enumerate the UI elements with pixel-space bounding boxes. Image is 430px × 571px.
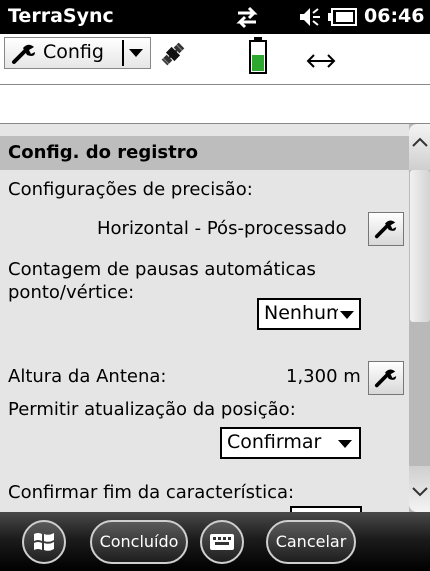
scroll-down-button[interactable] bbox=[409, 466, 430, 512]
satellite-icon[interactable] bbox=[158, 39, 188, 69]
wrench-icon bbox=[374, 367, 398, 389]
receiver-battery-icon[interactable] bbox=[248, 36, 268, 76]
antenna-height-label: Altura da Antena: bbox=[8, 366, 167, 387]
auto-pause-label-line1: Contagem de pausas automáticas bbox=[8, 259, 316, 280]
position-update-label: Permitir atualização da posição: bbox=[8, 399, 296, 420]
auto-pause-select[interactable]: Nenhum bbox=[257, 298, 361, 330]
dropdown-divider bbox=[122, 40, 124, 66]
antenna-settings-button[interactable] bbox=[368, 361, 404, 395]
auto-pause-value: Nenhum bbox=[264, 302, 338, 324]
speaker-icon[interactable] bbox=[298, 5, 324, 29]
cancel-button[interactable]: Cancelar bbox=[266, 520, 356, 564]
cancel-button-label: Cancelar bbox=[275, 532, 347, 551]
horizontal-arrows-icon[interactable] bbox=[305, 50, 337, 72]
keyboard-icon bbox=[210, 534, 234, 550]
chevron-down-icon bbox=[412, 487, 428, 497]
chevron-down-icon[interactable] bbox=[129, 49, 143, 57]
scroll-up-button[interactable] bbox=[409, 124, 430, 170]
status-bar: TerraSync 06:46 bbox=[0, 0, 430, 34]
confirm-end-label: Confirmar fim da característica: bbox=[8, 482, 295, 503]
precision-label: Configurações de precisão: bbox=[8, 179, 253, 200]
start-button[interactable] bbox=[22, 520, 66, 564]
precision-value: Horizontal - Pós-processado bbox=[97, 218, 347, 239]
status-message-bar bbox=[0, 84, 430, 124]
clock[interactable]: 06:46 bbox=[364, 5, 424, 27]
app-title: TerraSync bbox=[8, 5, 114, 27]
config-label: Config bbox=[43, 41, 104, 63]
windows-start-icon bbox=[34, 533, 54, 551]
done-button-label: Concluído bbox=[99, 532, 179, 551]
bottom-bar: Concluído Cancelar bbox=[0, 512, 430, 571]
position-update-value: Confirmar bbox=[227, 431, 322, 453]
section-title: Config. do registro bbox=[8, 142, 198, 163]
section-header: Config. do registro bbox=[0, 136, 409, 170]
chevron-down-icon bbox=[338, 440, 352, 448]
precision-settings-button[interactable] bbox=[368, 212, 404, 246]
auto-pause-label-line2: ponto/vértice: bbox=[8, 282, 135, 303]
chevron-down-icon bbox=[340, 311, 354, 319]
toolbar: Config bbox=[0, 34, 430, 84]
position-update-select[interactable]: Confirmar bbox=[220, 427, 361, 459]
keyboard-button[interactable] bbox=[200, 520, 244, 564]
battery-icon[interactable] bbox=[328, 8, 358, 26]
scroll-thumb[interactable] bbox=[410, 170, 430, 322]
wrench-icon bbox=[374, 218, 398, 240]
wrench-icon bbox=[11, 43, 37, 65]
chevron-up-icon bbox=[412, 137, 428, 147]
config-dropdown[interactable]: Config bbox=[4, 37, 151, 69]
done-button[interactable]: Concluído bbox=[90, 520, 188, 564]
sync-arrows-icon[interactable] bbox=[234, 4, 260, 30]
antenna-height-value: 1,300 m bbox=[286, 366, 361, 387]
